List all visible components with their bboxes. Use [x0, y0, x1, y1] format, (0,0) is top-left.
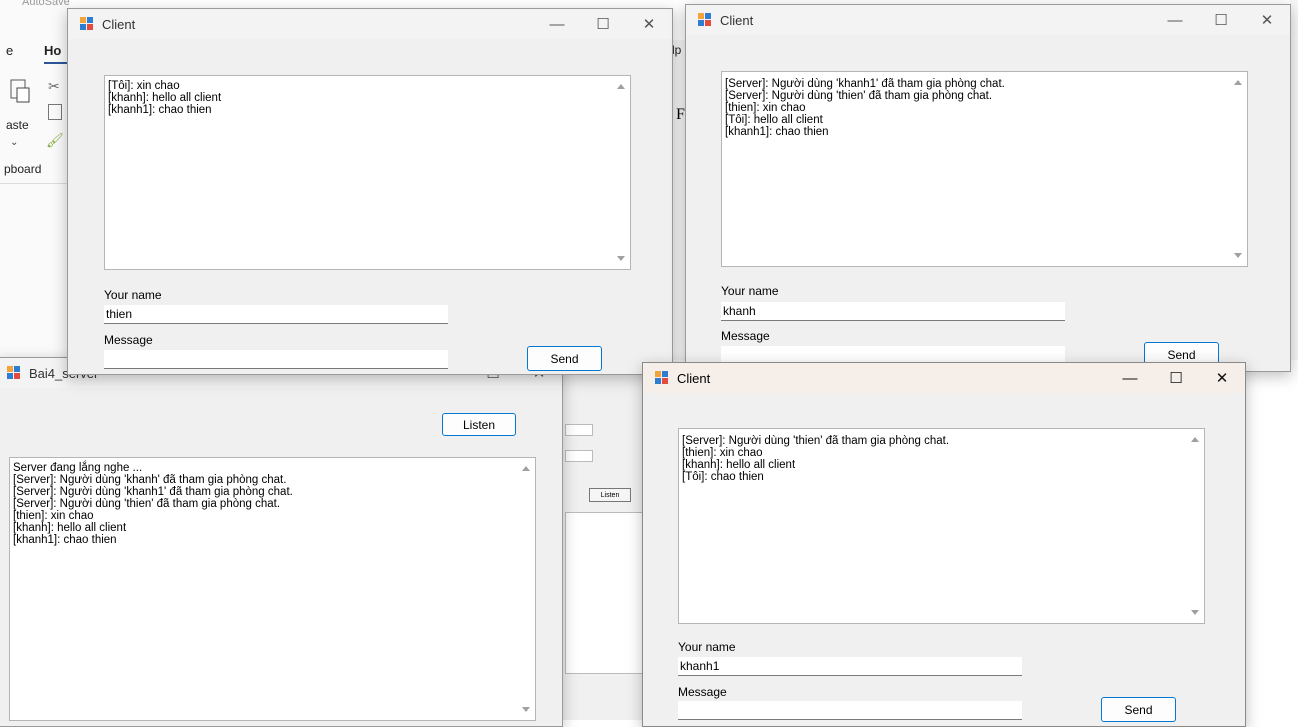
scroll-down-icon[interactable] [522, 707, 530, 712]
paste-label: aste [6, 118, 29, 132]
chat-history[interactable]: [Server]: Người dùng 'khanh1' đã tham gi… [721, 71, 1248, 267]
bg-log-box [565, 512, 645, 674]
client-titlebar: Client — ☐ ✕ [68, 9, 672, 39]
bg-input-2 [565, 450, 593, 462]
chat-line: [Server]: Người dùng 'khanh' đã tham gia… [13, 474, 287, 486]
app-icon [80, 17, 94, 31]
message-input[interactable] [678, 701, 1022, 720]
background-server-window: Listen [562, 360, 653, 720]
chat-line: [Server]: Người dùng 'thien' đã tham gia… [682, 435, 950, 447]
maximize-icon[interactable]: ☐ [1153, 363, 1199, 393]
message-input[interactable] [104, 350, 448, 369]
scrollbar[interactable] [1187, 429, 1204, 623]
chat-line: [thien]: xin chao [13, 510, 94, 522]
chat-line: [Server]: Người dùng 'thien' đã tham gia… [13, 498, 281, 510]
maximize-icon[interactable]: ☐ [580, 9, 626, 39]
chat-line: [khanh1]: chao thien [13, 534, 117, 546]
letter-glyph: F [676, 106, 685, 123]
chat-line: [Tôi]: xin chao [108, 80, 180, 92]
maximize-icon[interactable]: ☐ [1198, 5, 1244, 35]
chat-line: [Server]: Người dùng 'khanh1' đã tham gi… [725, 78, 1005, 90]
close-icon[interactable]: ✕ [626, 9, 672, 39]
format-painter-icon[interactable]: 🖌 [46, 132, 64, 149]
scroll-down-icon[interactable] [1191, 610, 1199, 615]
app-icon [698, 13, 712, 27]
send-button[interactable]: Send [1101, 697, 1176, 722]
autosave-label: AutoSave [22, 0, 70, 8]
close-icon[interactable]: ✕ [1244, 5, 1290, 35]
scrollbar[interactable] [518, 458, 535, 720]
chat-lines: [Server]: Người dùng 'khanh1' đã tham gi… [725, 78, 1223, 138]
bg-listen-button: Listen [589, 488, 631, 502]
scroll-down-icon[interactable] [1234, 253, 1242, 258]
message-label: Message [104, 333, 153, 347]
client-title: Client [102, 16, 136, 32]
right-edge-strip [1290, 0, 1298, 360]
tab-home-underline [44, 62, 68, 64]
tab-file[interactable]: e [6, 43, 13, 58]
name-input[interactable]: thien [104, 305, 448, 324]
scroll-up-icon[interactable] [1234, 80, 1242, 85]
client-title: Client [720, 12, 754, 28]
minimize-icon[interactable]: — [1107, 363, 1153, 393]
help-tab-partial: lp [672, 43, 682, 57]
server-log[interactable]: Server đang lắng nghe ... [Server]: Người… [9, 457, 536, 721]
tab-home[interactable]: Ho [44, 43, 61, 58]
chevron-down-icon[interactable]: ⌄ [10, 137, 18, 148]
minimize-icon[interactable]: — [534, 9, 580, 39]
scroll-up-icon[interactable] [522, 466, 530, 471]
close-icon[interactable]: ✕ [1199, 363, 1245, 393]
client-window-khanh: Client — ☐ ✕ [Server]: Người dùng 'khanh… [685, 4, 1291, 372]
scroll-up-icon[interactable] [617, 84, 625, 89]
chat-line: [khanh]: hello all client [13, 522, 127, 534]
chat-lines: [Server]: Người dùng 'thien' đã tham gia… [682, 435, 1180, 483]
cut-icon[interactable]: ✂ [48, 78, 60, 95]
scroll-up-icon[interactable] [1191, 437, 1199, 442]
copy-icon[interactable] [48, 104, 62, 120]
client-title: Client [677, 370, 711, 386]
chat-history[interactable]: [Server]: Người dùng 'thien' đã tham gia… [678, 428, 1205, 624]
bg-input-1 [565, 424, 593, 436]
name-input[interactable]: khanh1 [678, 657, 1022, 676]
chat-line: [Tôi]: hello all client [725, 114, 823, 126]
scrollbar[interactable] [613, 76, 630, 269]
minimize-icon[interactable]: — [1152, 5, 1198, 35]
chat-line: [khanh1]: chao thien [108, 104, 212, 116]
client-window-khanh1: Client — ☐ ✕ [Server]: Người dùng 'thien… [642, 362, 1246, 727]
server-log-lines: Server đang lắng nghe ... [Server]: Người… [13, 462, 511, 546]
chat-lines: [Tôi]: xin chao [khanh]: hello all client… [108, 80, 606, 116]
chat-line: [khanh]: hello all client [682, 459, 796, 471]
background-word-app: AutoSave e Ho aste ✂ 🖌 ⌄ pboard [0, 0, 70, 360]
name-input[interactable]: khanh [721, 302, 1065, 321]
paste-icon[interactable] [8, 78, 30, 104]
chat-history[interactable]: [Tôi]: xin chao [khanh]: hello all client… [104, 75, 631, 270]
chat-line: Server đang lắng nghe ... [13, 462, 143, 474]
your-name-label: Your name [104, 288, 162, 302]
client-titlebar: Client — ☐ ✕ [686, 5, 1290, 35]
send-button[interactable]: Send [527, 346, 602, 371]
scrollbar[interactable] [1230, 72, 1247, 266]
listen-button[interactable]: Listen [442, 413, 516, 436]
client-window-thien: Client — ☐ ✕ [Tôi]: xin chao [khanh]: hel… [67, 8, 673, 375]
chat-line: [Tôi]: chao thien [682, 471, 764, 483]
ribbon-separator [0, 183, 70, 184]
your-name-label: Your name [721, 284, 779, 298]
clipboard-group-label: pboard [4, 162, 42, 176]
app-icon [655, 371, 669, 385]
chat-line: [thien]: xin chao [725, 102, 806, 114]
chat-line: [Server]: Người dùng 'khanh1' đã tham gi… [13, 486, 293, 498]
app-icon [7, 366, 21, 380]
chat-line: [khanh]: hello all client [108, 92, 222, 104]
server-window: Bai4_server ☐ ✕ Listen Server đang lắng … [0, 357, 563, 727]
message-label: Message [678, 685, 727, 699]
chat-line: [Server]: Người dùng 'thien' đã tham gia… [725, 90, 993, 102]
scroll-down-icon[interactable] [617, 256, 625, 261]
chat-line: [khanh1]: chao thien [725, 126, 829, 138]
your-name-label: Your name [678, 640, 736, 654]
chat-line: [thien]: xin chao [682, 447, 763, 459]
message-label: Message [721, 329, 770, 343]
client-titlebar: Client — ☐ ✕ [643, 363, 1245, 393]
